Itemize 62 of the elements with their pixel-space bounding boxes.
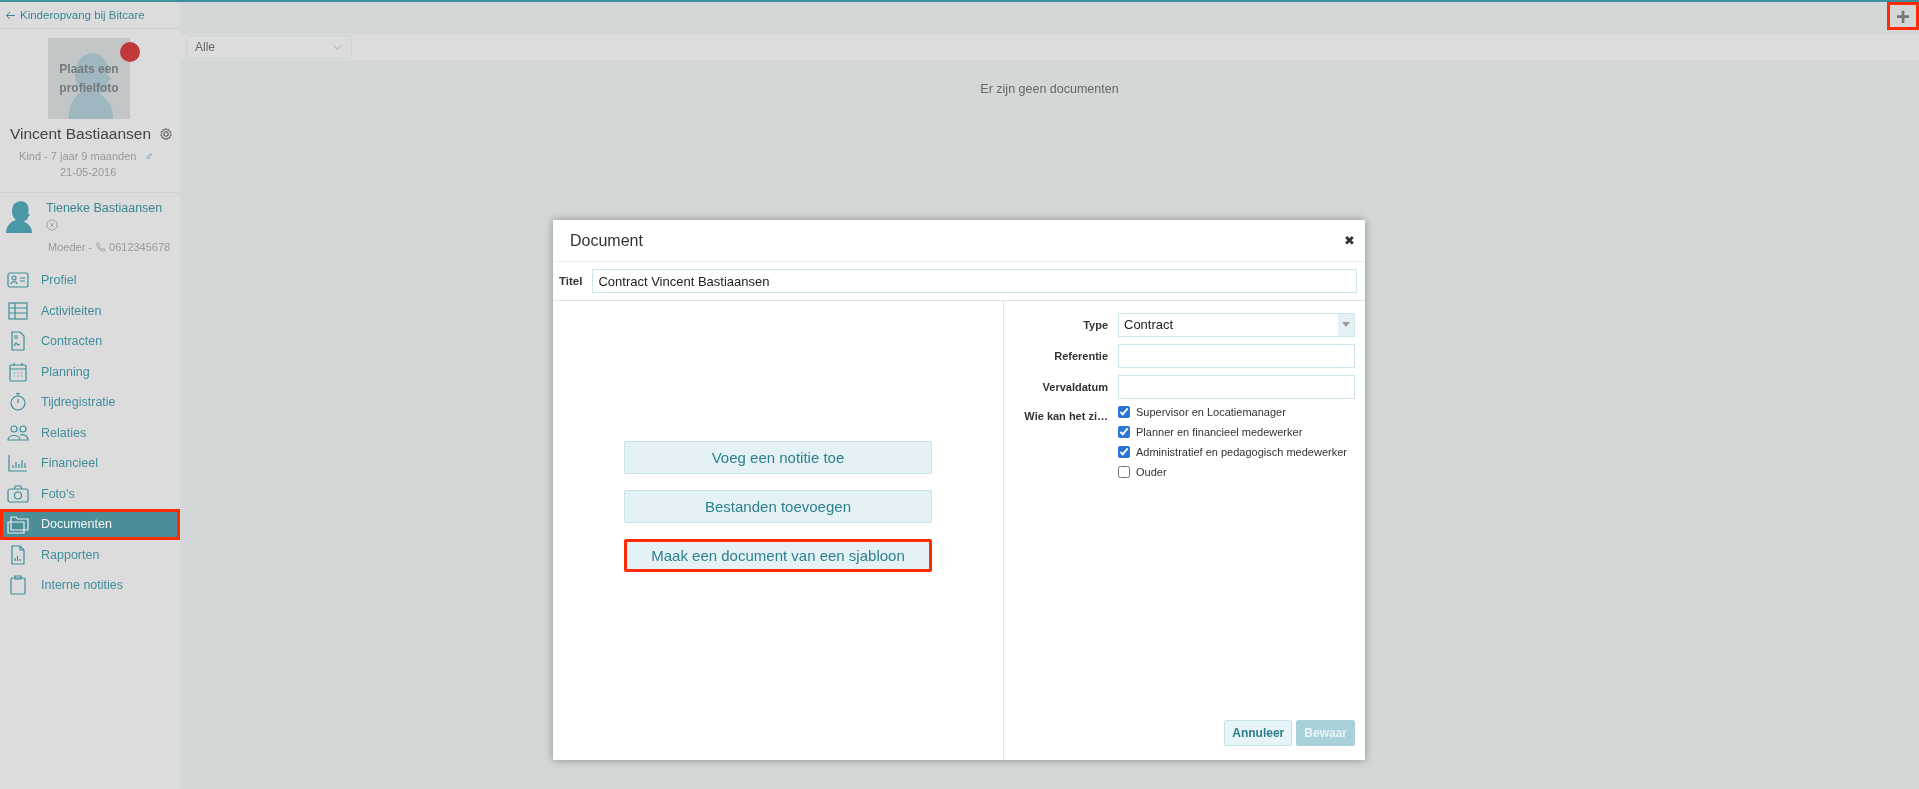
field-label: Type	[1082, 318, 1108, 331]
child-name: Vincent Bastiaansen	[10, 125, 152, 143]
nav-item[interactable]: Planning	[0, 356, 180, 387]
input-field[interactable]	[1118, 374, 1355, 399]
checkbox-label: Supervisor en Locatiemanager	[1136, 406, 1286, 418]
nav-item[interactable]: Interne notities	[0, 570, 180, 601]
close-button[interactable]: ✖	[1344, 233, 1355, 248]
add-button[interactable]: +	[1887, 2, 1919, 30]
nav-item[interactable]: Documenten	[0, 509, 180, 540]
cancel-button[interactable]: Annuleer	[1224, 720, 1293, 746]
field-label: Titel	[559, 275, 583, 287]
title-field[interactable]: Contract Vincent Bastiaansen	[592, 269, 1357, 293]
child-age: Kind - 7 jaar 9 maanden	[19, 150, 137, 162]
action-button[interactable]: Maak een document van een sjabloon	[624, 539, 932, 572]
phone-icon	[95, 241, 107, 253]
checkbox[interactable]	[1118, 466, 1130, 478]
nav-item[interactable]: Foto's	[0, 478, 180, 509]
nav-item[interactable]: Contracten	[0, 326, 180, 357]
parent-phone: 0612345678	[109, 241, 171, 253]
folder-icon	[7, 514, 29, 535]
chart-icon	[7, 453, 29, 474]
nav-item[interactable]: Rapporten	[0, 539, 180, 570]
timer-icon	[7, 392, 29, 413]
birth-date: 21-05-2016	[59, 166, 118, 178]
nav-item[interactable]: Activiteiten	[0, 295, 180, 326]
profile-icon	[7, 270, 29, 291]
parent-name-link[interactable]: Tieneke Bastiaansen	[46, 201, 163, 215]
field-label: Wie kan het zi…	[1023, 409, 1108, 424]
action-button[interactable]: Voeg een notitie toe	[624, 441, 932, 474]
filter-value: Alle	[195, 40, 215, 54]
gender-symbol: ♂	[144, 149, 154, 163]
profile-photo-placeholder[interactable]: Plaats een profielfoto	[48, 38, 130, 119]
back-arrow-icon[interactable]	[5, 10, 16, 20]
calendar-icon	[7, 361, 29, 382]
checkbox-label: Ouder	[1136, 466, 1167, 478]
input-field[interactable]	[1118, 343, 1355, 368]
checkbox-label: Planner en financieel medewerker	[1136, 426, 1303, 438]
nav-item[interactable]: Profiel	[0, 265, 180, 296]
checkbox-label: Administratief en pedagogisch medewerker	[1136, 446, 1347, 458]
chevron-down-icon	[332, 43, 343, 51]
clipboard-icon	[7, 575, 29, 596]
checkbox[interactable]	[1118, 446, 1130, 458]
empty-message: Er zijn geen documenten	[979, 82, 1120, 96]
caret-down-icon	[1342, 322, 1350, 327]
status-dot	[120, 42, 140, 62]
table-icon	[7, 300, 29, 321]
field-label: Referentie	[1053, 349, 1108, 362]
people-icon	[7, 422, 29, 443]
nav-item[interactable]: Financieel	[0, 448, 180, 479]
checkbox[interactable]	[1118, 426, 1130, 438]
checkbox[interactable]	[1118, 406, 1130, 418]
field-label: Vervaldatum	[1041, 380, 1108, 393]
action-button[interactable]: Bestanden toevoegen	[624, 490, 932, 523]
settings-icon[interactable]	[159, 127, 174, 141]
camera-icon	[7, 483, 29, 504]
back-link[interactable]: Kinderopvang bij Bitcare	[20, 9, 145, 21]
nav-item[interactable]: Relaties	[0, 417, 180, 448]
type-dropdown[interactable]: Contract	[1118, 312, 1355, 337]
filter-dropdown[interactable]: Alle	[186, 35, 352, 59]
nav-item[interactable]: Tijdregistratie	[0, 387, 180, 418]
parent-role: Moeder -	[48, 241, 93, 253]
dialog-title: Document	[570, 231, 643, 250]
